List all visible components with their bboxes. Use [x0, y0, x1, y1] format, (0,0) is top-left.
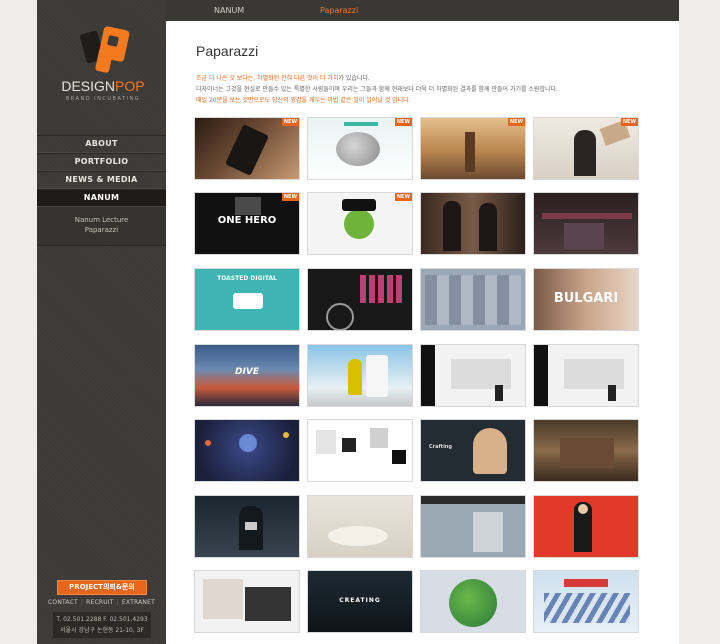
thumbnail[interactable] [420, 495, 526, 558]
thumbnail[interactable] [194, 570, 300, 633]
thumb-title: DIVE [235, 367, 259, 377]
thumbnail[interactable]: CREATING [307, 570, 413, 633]
logo[interactable]: DESIGNPOP BRAND INCUBATING [55, 24, 151, 110]
thumbnail[interactable]: ONE HERO NEW [194, 192, 300, 255]
right-gutter [679, 0, 720, 644]
thumbnail[interactable] [533, 419, 639, 482]
new-badge: NEW [281, 118, 299, 126]
topbar-tab-nanum[interactable]: NANUM [214, 0, 244, 21]
extranet-link[interactable]: EXTRANET [122, 599, 155, 606]
nav-item-portfolio[interactable]: PORTFOLIO [37, 153, 166, 171]
thumbnail[interactable] [420, 344, 526, 407]
nav-item-news-media[interactable]: NEWS & MEDIA [37, 171, 166, 189]
thumbnail[interactable]: NEW [307, 192, 413, 255]
thumbnail[interactable] [420, 192, 526, 255]
thumbnail[interactable]: TOASTED DIGITAL [194, 268, 300, 331]
sidebar: DESIGNPOP BRAND INCUBATING ABOUT PORTFOL… [37, 0, 166, 644]
thumbnail[interactable] [194, 495, 300, 558]
phone-fax: T. 02.501.2288 F. 02.501.4293 [56, 616, 148, 623]
thumbnail[interactable] [533, 495, 639, 558]
nav-item-nanum[interactable]: NANUM [37, 189, 166, 207]
thumb-title: CREATING [339, 597, 381, 604]
logo-text: DESIGNPOP [61, 78, 145, 94]
new-badge: NEW [394, 118, 412, 126]
recruit-link[interactable]: RECRUIT [86, 599, 114, 606]
topbar-tab-paparazzi[interactable]: Paparazzi [320, 0, 358, 21]
thumbnail[interactable] [307, 344, 413, 407]
thumb-title: ONE HERO [217, 215, 277, 226]
contact-info: T. 02.501.2288 F. 02.501.4293 서울시 강남구 논현… [53, 612, 151, 638]
new-badge: NEW [394, 193, 412, 201]
desc-highlight: 조금 더 나은 것 보다는, 차별화된 전혀 다른 것이 더 가치 [196, 75, 339, 82]
main-nav: ABOUT PORTFOLIO NEWS & MEDIA NANUM Nanum… [37, 135, 166, 246]
subnav-item-paparazzi[interactable]: Paparazzi [37, 225, 166, 235]
main-content: Paparazzi 조금 더 나은 것 보다는, 차별화된 전혀 다른 것이 더… [166, 21, 679, 644]
description: 조금 더 나은 것 보다는, 차별화된 전혀 다른 것이 더 가치가 있습니다.… [196, 73, 666, 106]
thumbnail[interactable] [533, 344, 639, 407]
contact-link[interactable]: CONTACT [48, 599, 78, 606]
thumbnail[interactable]: BULGARI [533, 268, 639, 331]
thumbnail[interactable] [420, 570, 526, 633]
page-title: Paparazzi [196, 43, 259, 59]
thumbnail[interactable] [533, 570, 639, 633]
thumbnail[interactable] [307, 268, 413, 331]
thumbnail[interactable]: NEW [194, 117, 300, 180]
topbar: NANUM Paparazzi [166, 0, 679, 21]
thumbnail[interactable]: NEW [533, 117, 639, 180]
thumb-title: Crafting [429, 444, 452, 450]
left-gutter [0, 0, 37, 644]
subnav: Nanum Lecture Paparazzi [37, 207, 166, 246]
thumbnail[interactable] [420, 268, 526, 331]
logo-tagline: BRAND INCUBATING [65, 96, 141, 102]
project-inquiry-button[interactable]: PROJECT의뢰&문의 [57, 580, 147, 595]
new-badge: NEW [281, 193, 299, 201]
logo-mark-icon [80, 26, 130, 73]
thumbnail[interactable] [307, 419, 413, 482]
page: DESIGNPOP BRAND INCUBATING ABOUT PORTFOL… [0, 0, 720, 644]
thumbnail[interactable] [533, 192, 639, 255]
thumbnail[interactable]: NEW [420, 117, 526, 180]
desc-line-2: 디자이너는 그것을 현실로 만들수 있는 특별한 사람들이며 우리는 그들과 함… [196, 86, 558, 93]
desc-line-3: 매일 20분을 보는 것만으로도 당신의 영감을 깨우는 마법 같은 일이 일어… [196, 97, 411, 104]
thumbnail[interactable]: NEW [307, 117, 413, 180]
thumb-title: TOASTED DIGITAL [217, 275, 277, 282]
thumb-title: BULGARI [553, 291, 619, 306]
thumbnail[interactable] [194, 419, 300, 482]
new-badge: NEW [620, 118, 638, 126]
nav-item-about[interactable]: ABOUT [37, 135, 166, 153]
thumbnail[interactable]: DIVE [194, 344, 300, 407]
thumbnail[interactable]: Crafting [420, 419, 526, 482]
footer-links: CONTACT | RECRUIT | EXTRANET [48, 599, 155, 606]
new-badge: NEW [507, 118, 525, 126]
address: 서울시 강남구 논현동 21-10, 3F [60, 627, 144, 634]
subnav-item-nanum-lecture[interactable]: Nanum Lecture [37, 215, 166, 225]
thumbnail[interactable] [307, 495, 413, 558]
